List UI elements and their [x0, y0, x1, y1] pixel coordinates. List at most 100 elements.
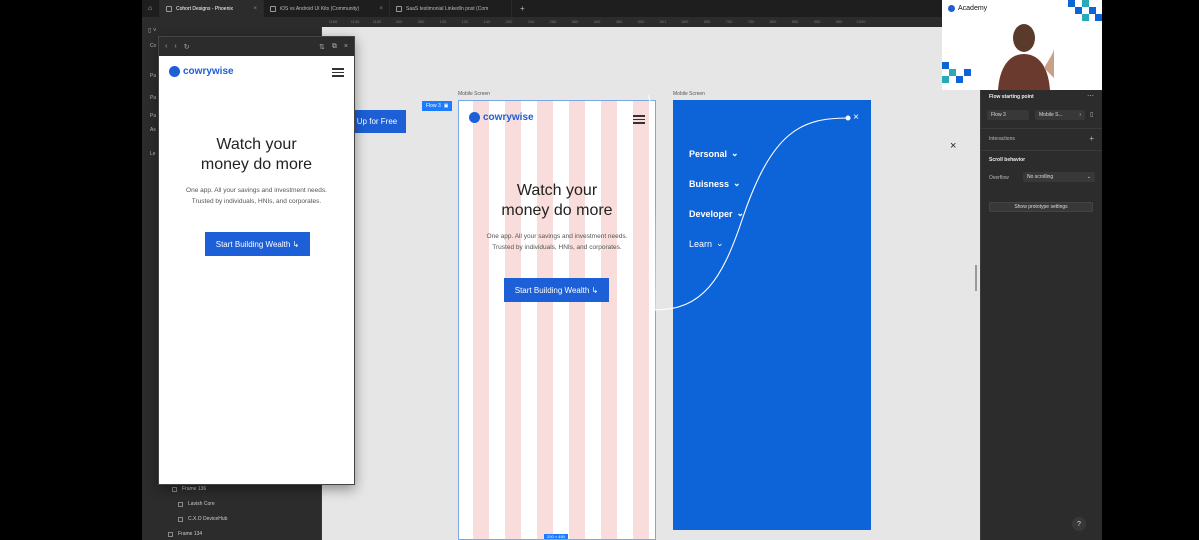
tab-saas-testimonial[interactable]: SaaS testimonial LinkedIn post (Com — [390, 0, 512, 17]
close-tab-icon[interactable]: × — [253, 6, 257, 12]
ruler-tick: 360 — [417, 19, 425, 24]
ruler-tick: 240 — [527, 19, 535, 24]
close-icon[interactable]: × — [344, 43, 348, 51]
back-icon[interactable]: ‹ — [165, 43, 167, 50]
ruler-tick: 360 — [571, 19, 579, 24]
menu-business: Buisness ⌄ — [689, 178, 741, 189]
frame-icon — [172, 486, 177, 492]
start-building-wealth-button: Start Building Wealth ↳ — [504, 278, 609, 302]
play-icon: ▣ — [443, 103, 449, 109]
settings-icon[interactable]: ⇅ — [319, 43, 325, 51]
ruler-tick: 460 — [615, 19, 623, 24]
ruler-tick: 1140 — [350, 19, 360, 24]
show-prototype-settings-button[interactable]: Show prototype settings — [989, 202, 1093, 212]
forward-icon[interactable]: › — [174, 43, 176, 50]
ruler-tick: 501 — [659, 19, 667, 24]
layer-frame-136[interactable]: Frame 136 — [172, 486, 206, 492]
prototype-preview-window: ‹ › ↻ ⇅ ⧉ × cowrywise Watch your money d… — [158, 36, 355, 485]
component-icon — [178, 516, 183, 522]
frame-size-badge: 200 × 450 — [544, 534, 568, 539]
figma-file-icon — [166, 5, 172, 12]
menu-icon[interactable]: ▯ ˅ — [148, 27, 156, 34]
open-external-icon[interactable]: ⧉ — [332, 43, 337, 51]
add-interaction-icon[interactable]: + — [1089, 134, 1094, 143]
panel-label: Pa — [150, 73, 157, 79]
menu-learn: Learn ⌄ — [689, 238, 724, 249]
delete-icon[interactable]: ▯ — [1090, 111, 1093, 118]
tab-label: Cohort Designs - Phoenix — [176, 5, 233, 12]
properties-panel: Flow starting point ⋯ Flow 3 Mobile S...… — [980, 88, 1102, 540]
webcam-overlay: Academy — [942, 0, 1102, 90]
chevron-down-icon: ⌄ — [733, 178, 741, 188]
signup-button[interactable]: Up for Free — [348, 110, 406, 133]
layer-label: Frame 136 — [182, 486, 207, 492]
panel-label: Pa — [150, 113, 157, 119]
hero-subtitle: One app. All your savings and investment… — [186, 187, 327, 205]
more-icon[interactable]: ⋯ — [1087, 92, 1094, 100]
close-icon[interactable]: × — [950, 140, 956, 152]
flow-name-field[interactable]: Flow 3 — [987, 110, 1029, 120]
flow-tag[interactable]: Flow 3 ▣ — [422, 101, 453, 111]
ruler-tick: 280 — [549, 19, 557, 24]
close-tab-icon[interactable]: × — [379, 6, 383, 12]
close-icon: × — [853, 112, 859, 123]
overflow-label: Overflow — [989, 175, 1009, 181]
ruler-tick: 750 — [747, 19, 755, 24]
interactions-label: Interactions — [989, 136, 1015, 142]
ruler-tick: 600 — [681, 19, 689, 24]
plus-icon: + — [520, 4, 525, 13]
chevron-down-icon: ⌄ — [731, 148, 739, 158]
hamburger-menu-icon — [633, 115, 645, 124]
frame-label[interactable]: Mobile Screen — [673, 91, 705, 97]
hero-subtitle: One app. All your savings and investment… — [486, 233, 628, 251]
mobile-menu-frame[interactable]: Personal ⌄ Buisness ⌄ Developer ⌄ Learn ⌄ × — [673, 100, 871, 530]
ruler-tick: 400 — [593, 19, 601, 24]
ruler-tick: 650 — [703, 19, 711, 24]
help-button[interactable]: ? — [1072, 517, 1086, 531]
tab-label: iOS vs Android UI Kits (Community) — [280, 5, 360, 12]
ruler-tick: 140 — [483, 19, 491, 24]
flow-starting-point-heading: Flow starting point — [989, 94, 1034, 100]
menu-personal: Personal ⌄ — [689, 148, 739, 159]
tab-cohort-designs[interactable]: Cohort Designs - Phoenix × — [160, 0, 264, 17]
panel-label: Pa — [150, 95, 157, 101]
layer-cxo-devicehub[interactable]: C.X.O DeviceHub — [178, 516, 227, 522]
hamburger-menu-icon[interactable] — [332, 68, 344, 77]
mobile-screen-frame[interactable]: cowrywise Watch your money do more One a… — [458, 100, 656, 540]
ruler-tick: 800 — [769, 19, 777, 24]
ruler-tick: 100 — [439, 19, 447, 24]
new-tab-button[interactable]: + — [514, 0, 528, 17]
preview-screen: cowrywise Watch your money do more One a… — [159, 56, 354, 484]
academy-logo-icon — [948, 5, 955, 12]
chevron-down-icon: ⌄ — [716, 238, 724, 248]
figma-file-icon — [270, 5, 276, 12]
layer-frame-134[interactable]: Frame 134 — [168, 531, 202, 537]
ruler-tick: 300 — [395, 19, 403, 24]
ruler-tick: 200 — [505, 19, 513, 24]
layer-lavish-core[interactable]: Lavish Core — [178, 501, 215, 507]
restart-icon[interactable]: ↻ — [184, 43, 190, 51]
overflow-select[interactable]: No scrolling ⌄ — [1023, 172, 1095, 182]
start-building-wealth-button[interactable]: Start Building Wealth ↳ — [205, 232, 310, 256]
home-icon: ⌂ — [148, 5, 153, 12]
ruler-tick: 1000 — [856, 19, 866, 24]
ruler-tick: 120 — [461, 19, 469, 24]
home-tab[interactable]: ⌂ — [142, 0, 160, 17]
tab-ios-android[interactable]: iOS vs Android UI Kits (Community) × — [264, 0, 390, 17]
ruler-tick: 950 — [835, 19, 843, 24]
tab-label: SaaS testimonial LinkedIn post (Com — [406, 5, 489, 12]
frame-icon — [168, 531, 173, 537]
chevron-down-icon: ⌄ — [736, 208, 745, 218]
presenter-video — [998, 24, 1054, 90]
ruler-tick: 1166 — [328, 19, 338, 24]
scrollbar[interactable] — [975, 265, 977, 291]
frame-label[interactable]: Mobile Screen — [458, 91, 490, 97]
flow-target-select[interactable]: Mobile S... › — [1035, 110, 1085, 120]
hero-title: Watch your money do more — [501, 182, 613, 219]
panel-label: Co — [150, 43, 157, 49]
ruler-tick: 1180 — [372, 19, 382, 24]
ruler-tick: 700 — [725, 19, 733, 24]
layer-label: C.X.O DeviceHub — [188, 516, 228, 522]
component-icon — [178, 501, 183, 507]
panel-label: As — [150, 127, 156, 133]
